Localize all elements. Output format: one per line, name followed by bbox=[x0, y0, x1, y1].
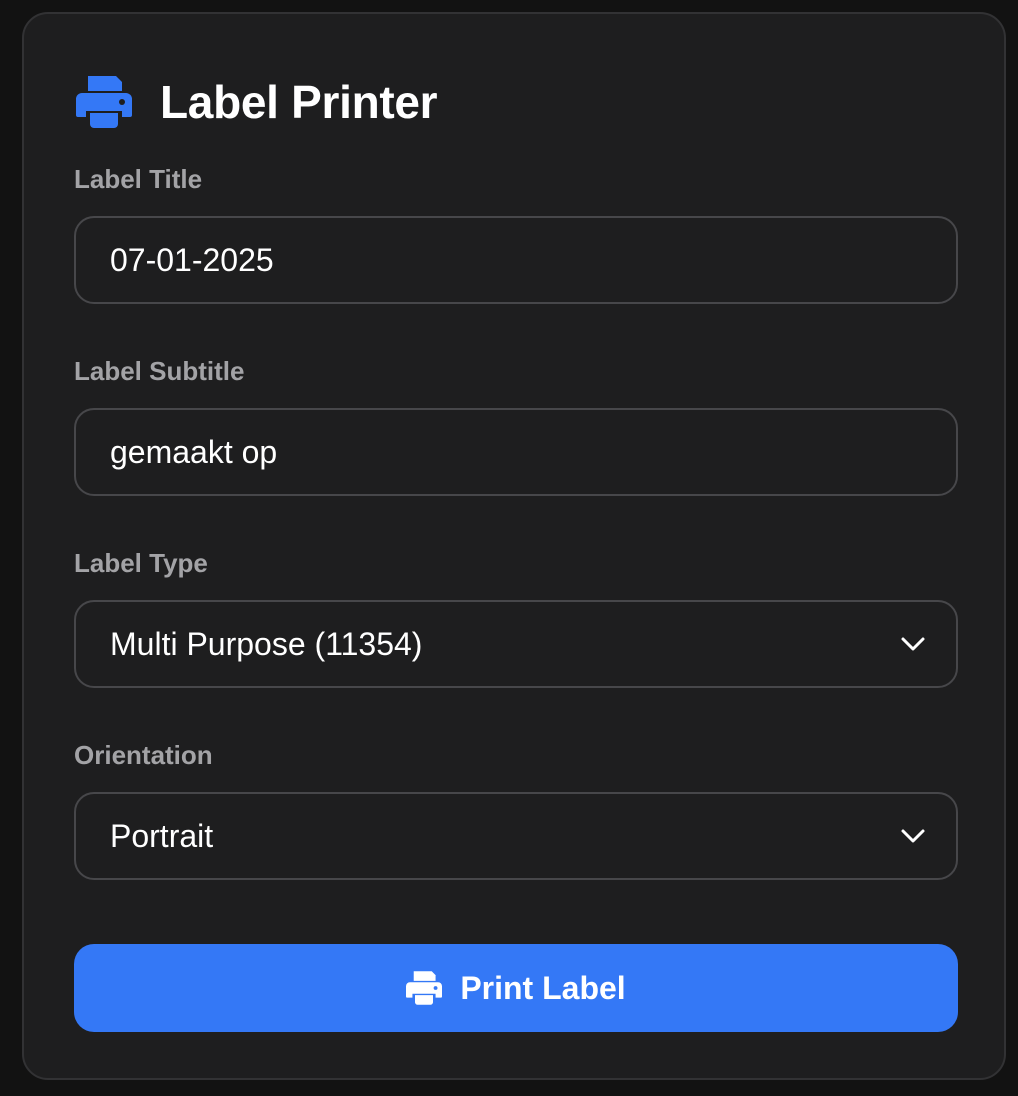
label-type-value: Multi Purpose (11354) bbox=[110, 625, 423, 662]
orientation-select[interactable]: Portrait bbox=[74, 792, 958, 880]
label-type-select[interactable]: Multi Purpose (11354) bbox=[74, 600, 958, 688]
print-label-text: Print Label bbox=[460, 969, 626, 1006]
orientation-label: Orientation bbox=[74, 740, 213, 770]
printer-icon bbox=[406, 971, 443, 1005]
label-title-input[interactable]: 07-01-2025 bbox=[74, 216, 958, 304]
orientation-value: Portrait bbox=[110, 817, 214, 854]
page-title: Label Printer bbox=[160, 76, 438, 128]
print-label-button[interactable]: Print Label bbox=[74, 944, 958, 1032]
chevron-down-icon bbox=[901, 637, 925, 651]
label-title-label: Label Title bbox=[74, 164, 203, 194]
label-title-value: 07-01-2025 bbox=[110, 241, 274, 278]
label-printer-card: Label Printer Label Title 07-01-2025 Lab… bbox=[22, 12, 1006, 1080]
chevron-down-icon bbox=[901, 829, 925, 843]
label-subtitle-label: Label Subtitle bbox=[74, 356, 245, 386]
card-header: Label Printer bbox=[76, 70, 438, 134]
printer-icon bbox=[76, 76, 132, 128]
label-type-label: Label Type bbox=[74, 548, 208, 578]
label-subtitle-value: gemaakt op bbox=[110, 433, 278, 470]
label-subtitle-input[interactable]: gemaakt op bbox=[74, 408, 958, 496]
